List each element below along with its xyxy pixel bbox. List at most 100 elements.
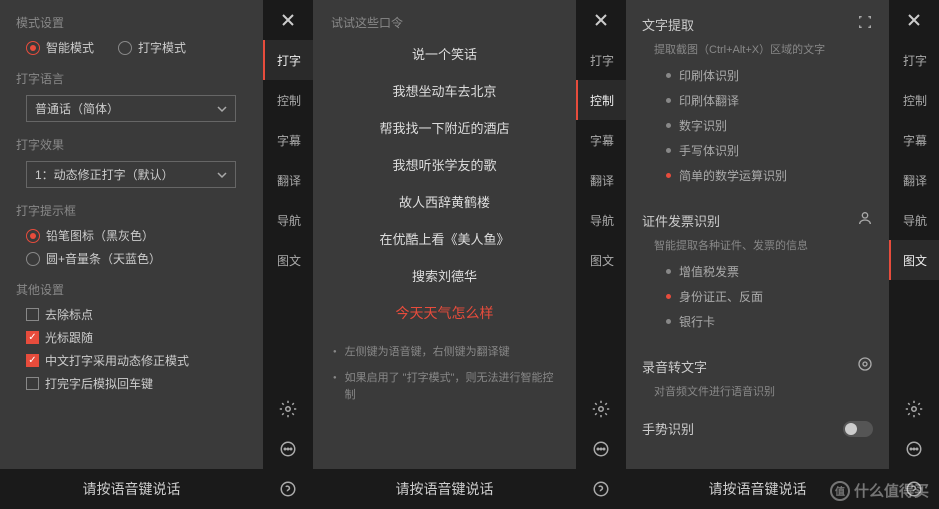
- voice-prompt: 请按语音键说话: [0, 469, 263, 509]
- help-button[interactable]: [263, 469, 313, 509]
- chat-button[interactable]: [263, 429, 313, 469]
- other-section-title: 其他设置: [16, 281, 247, 298]
- check-label: 打完字后模拟回车键: [45, 375, 153, 392]
- mode-smart-label: 智能模式: [46, 39, 94, 56]
- tab-control[interactable]: 控制: [263, 80, 313, 120]
- checkbox-icon: ✓: [26, 331, 39, 344]
- settings-button[interactable]: [889, 389, 939, 429]
- dot-icon: [666, 294, 671, 299]
- close-icon: [594, 13, 608, 27]
- help-icon: [279, 480, 297, 498]
- commands-title: 试试这些口令: [313, 0, 576, 35]
- screenshot-button[interactable]: [857, 14, 873, 35]
- chat-button[interactable]: [889, 429, 939, 469]
- tab-typing[interactable]: 打字: [576, 40, 626, 80]
- chat-icon: [592, 440, 610, 458]
- audio-action-button[interactable]: [857, 356, 873, 377]
- check-dynamic-mode[interactable]: ✓ 中文打字采用动态修正模式: [26, 352, 247, 369]
- extract-handwrite[interactable]: 手写体识别: [666, 138, 873, 163]
- bullet-icon: ●: [333, 374, 337, 405]
- tab-typing[interactable]: 打字: [889, 40, 939, 80]
- command-item[interactable]: 说一个笑话: [412, 35, 477, 72]
- item-label: 简单的数学运算识别: [679, 167, 787, 184]
- radio-icon: [26, 41, 40, 55]
- tab-translate[interactable]: 翻译: [889, 160, 939, 200]
- tab-subtitle[interactable]: 字幕: [576, 120, 626, 160]
- help-icon: [905, 480, 923, 498]
- command-item[interactable]: 帮我找一下附近的酒店: [379, 109, 509, 146]
- close-button[interactable]: [576, 0, 626, 40]
- tab-subtitle[interactable]: 字幕: [889, 120, 939, 160]
- command-item[interactable]: 故人西辞黄鹤楼: [399, 183, 490, 220]
- tab-nav[interactable]: 导航: [576, 200, 626, 240]
- tab-control[interactable]: 控制: [576, 80, 626, 120]
- language-select[interactable]: 普通话（简体）: [26, 95, 236, 122]
- dot-icon: [666, 98, 671, 103]
- chat-button[interactable]: [576, 429, 626, 469]
- help-icon: [592, 480, 610, 498]
- item-label: 印刷体识别: [679, 67, 739, 84]
- radio-icon: [118, 41, 132, 55]
- extract-print-trans[interactable]: 印刷体翻译: [666, 88, 873, 113]
- extract-number[interactable]: 数字识别: [666, 113, 873, 138]
- checkbox-icon: [26, 308, 39, 321]
- item-label: 增值税发票: [679, 263, 739, 280]
- settings-button[interactable]: [263, 389, 313, 429]
- text-extract-sub: 提取截图（Ctrl+Alt+X）区域的文字: [626, 39, 889, 63]
- mode-type-radio[interactable]: 打字模式: [118, 39, 186, 56]
- check-cursor-follow[interactable]: ✓ 光标跟随: [26, 329, 247, 346]
- item-label: 印刷体翻译: [679, 92, 739, 109]
- chat-icon: [279, 440, 297, 458]
- tab-subtitle[interactable]: 字幕: [263, 120, 313, 160]
- extract-print-recog[interactable]: 印刷体识别: [666, 63, 873, 88]
- command-item-hot[interactable]: 今天天气怎么样: [396, 294, 494, 332]
- tab-typing[interactable]: 打字: [263, 40, 313, 80]
- command-item[interactable]: 在优酷上看《美人鱼》: [379, 220, 509, 257]
- close-button[interactable]: [889, 0, 939, 40]
- settings-button[interactable]: [576, 389, 626, 429]
- voice-prompt: 请按语音键说话: [626, 469, 889, 509]
- dot-icon: [666, 123, 671, 128]
- help-button[interactable]: [576, 469, 626, 509]
- doc-bankcard[interactable]: 银行卡: [666, 309, 873, 334]
- gear-icon: [592, 400, 610, 418]
- tab-image-text[interactable]: 图文: [889, 240, 939, 280]
- mode-smart-radio[interactable]: 智能模式: [26, 39, 94, 56]
- help-button[interactable]: [889, 469, 939, 509]
- item-label: 手写体识别: [679, 142, 739, 159]
- tab-nav[interactable]: 导航: [889, 200, 939, 240]
- dot-icon: [666, 319, 671, 324]
- tab-nav[interactable]: 导航: [263, 200, 313, 240]
- tab-control[interactable]: 控制: [889, 80, 939, 120]
- hint-pencil-radio[interactable]: 铅笔图标（黑灰色）: [26, 227, 247, 244]
- text-extract-title: 文字提取: [642, 15, 694, 34]
- tab-image-text[interactable]: 图文: [576, 240, 626, 280]
- effect-select[interactable]: 1：动态修正打字（默认）: [26, 161, 236, 188]
- gear-icon: [905, 400, 923, 418]
- command-item[interactable]: 我想听张学友的歌: [392, 146, 496, 183]
- disc-icon: [857, 356, 873, 372]
- hint-section-title: 打字提示框: [16, 202, 247, 219]
- close-icon: [907, 13, 921, 27]
- checkbox-icon: ✓: [26, 354, 39, 367]
- command-item[interactable]: 我想坐动车去北京: [392, 72, 496, 109]
- close-button[interactable]: [263, 0, 313, 40]
- tab-translate[interactable]: 翻译: [263, 160, 313, 200]
- tab-translate[interactable]: 翻译: [576, 160, 626, 200]
- radio-icon: [26, 229, 40, 243]
- hint-circle-radio[interactable]: 圆+音量条（天蓝色）: [26, 250, 247, 267]
- check-enter-sim[interactable]: 打完字后模拟回车键: [26, 375, 247, 392]
- gesture-toggle[interactable]: [843, 421, 873, 437]
- tab-image-text[interactable]: 图文: [263, 240, 313, 280]
- command-item[interactable]: 搜索刘德华: [412, 257, 477, 294]
- hint-item: ● 左侧键为语音键，右侧键为翻译键: [333, 344, 556, 362]
- doc-action-button[interactable]: [857, 210, 873, 231]
- checkbox-icon: [26, 377, 39, 390]
- check-remove-punct[interactable]: 去除标点: [26, 306, 247, 323]
- extract-math[interactable]: 简单的数学运算识别: [666, 163, 873, 188]
- doc-id[interactable]: 身份证正、反面: [666, 284, 873, 309]
- doc-recog-title: 证件发票识别: [642, 211, 720, 230]
- chevron-down-icon: [217, 170, 227, 180]
- doc-vat[interactable]: 增值税发票: [666, 259, 873, 284]
- hint-text: 左侧键为语音键，右侧键为翻译键: [345, 344, 510, 362]
